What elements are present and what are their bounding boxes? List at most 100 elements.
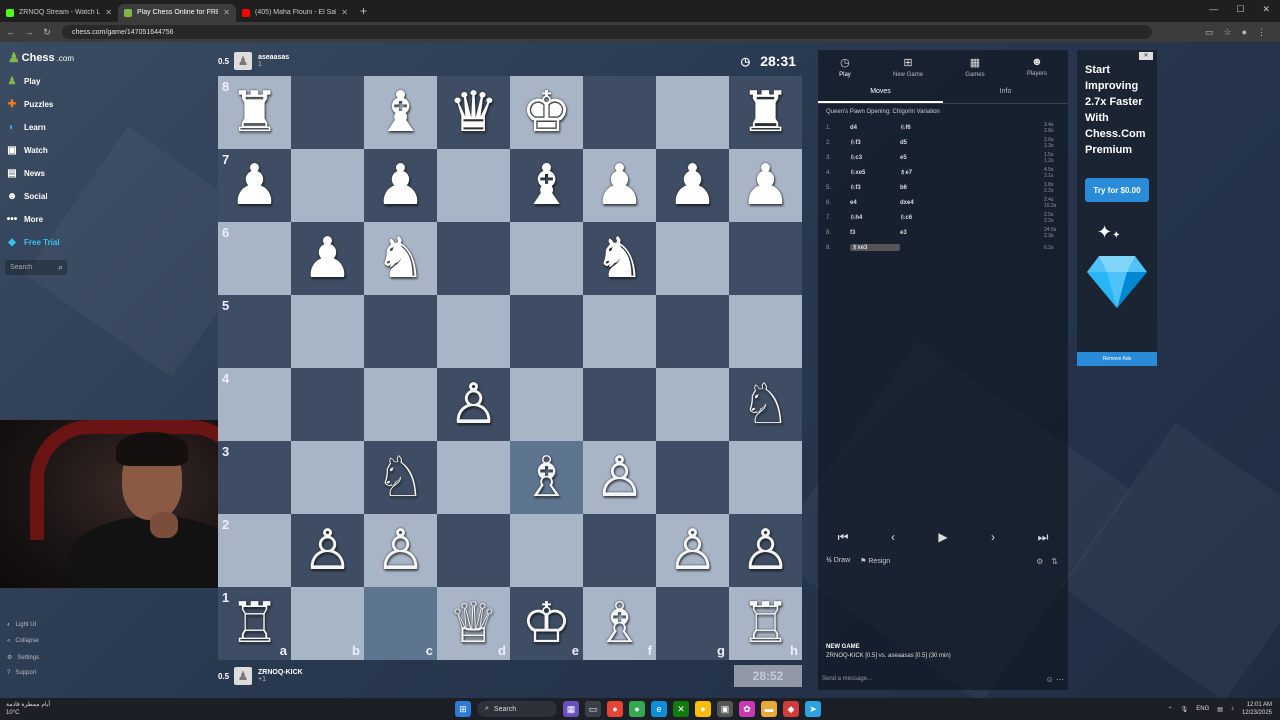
white-pawn-icon[interactable]: ♙ bbox=[375, 522, 425, 579]
weather-widget[interactable]: أيام ممطرة قادمة 10°C bbox=[6, 701, 50, 717]
black-move[interactable]: d5 bbox=[900, 140, 950, 146]
chrome-alt-icon[interactable]: ● bbox=[695, 701, 711, 717]
chrome-profile-icon[interactable]: ● bbox=[629, 701, 645, 717]
black-rook-icon[interactable]: ♜ bbox=[229, 84, 279, 141]
browser-tab[interactable]: (405) Maha Ftouni - El Sab... ✕ bbox=[236, 4, 354, 22]
task-view-icon[interactable]: ▭ bbox=[585, 701, 601, 717]
square-f7[interactable]: ♟ bbox=[583, 149, 656, 222]
square-d8[interactable]: ♛ bbox=[437, 76, 510, 149]
square-b1[interactable]: b bbox=[291, 587, 364, 660]
volume-icon[interactable]: ♪ bbox=[1231, 706, 1234, 712]
top-player-avatar[interactable]: ♟ bbox=[234, 52, 252, 70]
white-move[interactable]: ♘f3 bbox=[850, 139, 900, 146]
square-e6[interactable] bbox=[510, 222, 583, 295]
black-move[interactable]: e5 bbox=[900, 155, 950, 161]
black-bishop-icon[interactable]: ♝ bbox=[375, 84, 425, 141]
black-rook-icon[interactable]: ♜ bbox=[740, 84, 790, 141]
square-g6[interactable] bbox=[656, 222, 729, 295]
network-icon[interactable]: ▤ bbox=[1217, 706, 1223, 713]
new-tab-icon[interactable]: + bbox=[360, 4, 367, 18]
square-h6[interactable] bbox=[729, 222, 802, 295]
square-d3[interactable] bbox=[437, 441, 510, 514]
square-f6[interactable]: ♞ bbox=[583, 222, 656, 295]
white-move[interactable]: ♘h4 bbox=[850, 214, 900, 221]
sidebar-collapse[interactable]: « Collapse bbox=[7, 638, 39, 644]
sidebar-item-more[interactable]: ••• More bbox=[6, 214, 43, 225]
flip-board-icon[interactable]: ⇅ bbox=[1051, 557, 1058, 566]
telegram-icon[interactable]: ➤ bbox=[805, 701, 821, 717]
taskbar-clock[interactable]: 12:01 AM 12/23/2025 bbox=[1242, 701, 1272, 717]
white-move[interactable]: ♘c3 bbox=[850, 154, 900, 161]
tab-games[interactable]: ▦ Games bbox=[965, 56, 984, 88]
sidebar-support[interactable]: ? Support bbox=[7, 670, 36, 676]
white-move[interactable]: ♗xe3 bbox=[850, 244, 900, 251]
square-f5[interactable] bbox=[583, 295, 656, 368]
white-pawn-icon[interactable]: ♙ bbox=[594, 449, 644, 506]
black-knight-icon[interactable]: ♞ bbox=[375, 230, 425, 287]
black-move[interactable]: dxe4 bbox=[900, 200, 950, 206]
url-field[interactable]: chess.com/game/147051644756 bbox=[62, 25, 1152, 39]
square-e5[interactable] bbox=[510, 295, 583, 368]
last-move-button[interactable]: ⏭ bbox=[1023, 526, 1063, 548]
square-h2[interactable]: ♙ bbox=[729, 514, 802, 587]
tray-chevron-icon[interactable]: ⌃ bbox=[1168, 706, 1173, 713]
square-a7[interactable]: ♟ 7 bbox=[218, 149, 291, 222]
square-c3[interactable]: ♘ bbox=[364, 441, 437, 514]
first-move-button[interactable]: ⏮ bbox=[823, 526, 863, 548]
white-move[interactable]: d4 bbox=[850, 125, 900, 131]
try-premium-button[interactable]: Try for $0.00 bbox=[1085, 178, 1149, 202]
square-h7[interactable]: ♟ bbox=[729, 149, 802, 222]
tab-moves[interactable]: Moves bbox=[818, 88, 943, 103]
black-king-icon[interactable]: ♚ bbox=[521, 84, 571, 141]
chess-board[interactable]: ♜ 8 ♝ ♛ ♚ ♜ ♟ 7 ♟ ♝ ♟ ♟ ♟ 6 ♟ ♞ ♞ 5 4 ♙ ♘ 3 ♘ ♗ ♙ 2 ♙ ♙ ♙ ♙ ♖ 1 a b c ♕ d ♔ e ♗… bbox=[218, 76, 802, 660]
minimize-icon[interactable]: — bbox=[1209, 4, 1218, 15]
reload-icon[interactable]: ↻ bbox=[40, 27, 54, 38]
square-e1[interactable]: ♔ e bbox=[510, 587, 583, 660]
black-queen-icon[interactable]: ♛ bbox=[448, 84, 498, 141]
sidebar-item-learn[interactable]: ◐ Learn bbox=[6, 122, 46, 133]
sidebar-item-social[interactable]: ☻ Social bbox=[6, 191, 48, 202]
white-move[interactable]: e4 bbox=[850, 200, 900, 206]
cast-icon[interactable]: ▭ bbox=[1205, 27, 1214, 38]
square-c1[interactable]: c bbox=[364, 587, 437, 660]
black-pawn-icon[interactable]: ♟ bbox=[594, 157, 644, 214]
sidebar-item-play[interactable]: ♟ Play bbox=[6, 76, 41, 87]
black-pawn-icon[interactable]: ♟ bbox=[229, 157, 279, 214]
square-f2[interactable] bbox=[583, 514, 656, 587]
ad-close-icon[interactable]: ✕ bbox=[1139, 52, 1153, 60]
tab-info[interactable]: Info bbox=[943, 88, 1068, 103]
sidebar-item-puzzles[interactable]: ✚ Puzzles bbox=[6, 99, 54, 110]
widgets-icon[interactable]: ▦ bbox=[563, 701, 579, 717]
square-b2[interactable]: ♙ bbox=[291, 514, 364, 587]
browser-tab[interactable]: ZRNOQ Stream - Watch Live o... ✕ bbox=[0, 4, 118, 22]
square-d6[interactable] bbox=[437, 222, 510, 295]
square-a5[interactable]: 5 bbox=[218, 295, 291, 368]
white-move[interactable]: ♘xe5 bbox=[850, 169, 900, 176]
sidebar-item-news[interactable]: ▤ News bbox=[6, 168, 45, 179]
square-b7[interactable] bbox=[291, 149, 364, 222]
black-pawn-icon[interactable]: ♟ bbox=[667, 157, 717, 214]
square-g8[interactable] bbox=[656, 76, 729, 149]
draw-button[interactable]: ½ Draw bbox=[826, 557, 850, 565]
square-d1[interactable]: ♕ d bbox=[437, 587, 510, 660]
square-b5[interactable] bbox=[291, 295, 364, 368]
close-window-icon[interactable]: ✕ bbox=[1262, 4, 1270, 15]
square-e8[interactable]: ♚ bbox=[510, 76, 583, 149]
square-a4[interactable]: 4 bbox=[218, 368, 291, 441]
square-a8[interactable]: ♜ 8 bbox=[218, 76, 291, 149]
square-g3[interactable] bbox=[656, 441, 729, 514]
white-rook-icon[interactable]: ♖ bbox=[740, 595, 790, 652]
black-move[interactable]: b6 bbox=[900, 185, 950, 191]
bottom-player-avatar[interactable]: ♟ bbox=[234, 667, 252, 685]
black-move[interactable]: ♗e7 bbox=[900, 169, 950, 176]
white-knight-icon[interactable]: ♘ bbox=[375, 449, 425, 506]
remove-ads-link[interactable]: Remove Ads bbox=[1077, 352, 1157, 366]
square-b8[interactable] bbox=[291, 76, 364, 149]
close-tab-icon[interactable]: ✕ bbox=[223, 8, 230, 17]
copilot-icon[interactable]: ✿ bbox=[739, 701, 755, 717]
emoji-icon[interactable]: ☺ ⋯ bbox=[1046, 675, 1064, 684]
top-player-name[interactable]: aseaasas bbox=[258, 54, 289, 61]
square-f4[interactable] bbox=[583, 368, 656, 441]
square-h3[interactable] bbox=[729, 441, 802, 514]
previous-move-button[interactable]: ‹ bbox=[873, 526, 913, 548]
